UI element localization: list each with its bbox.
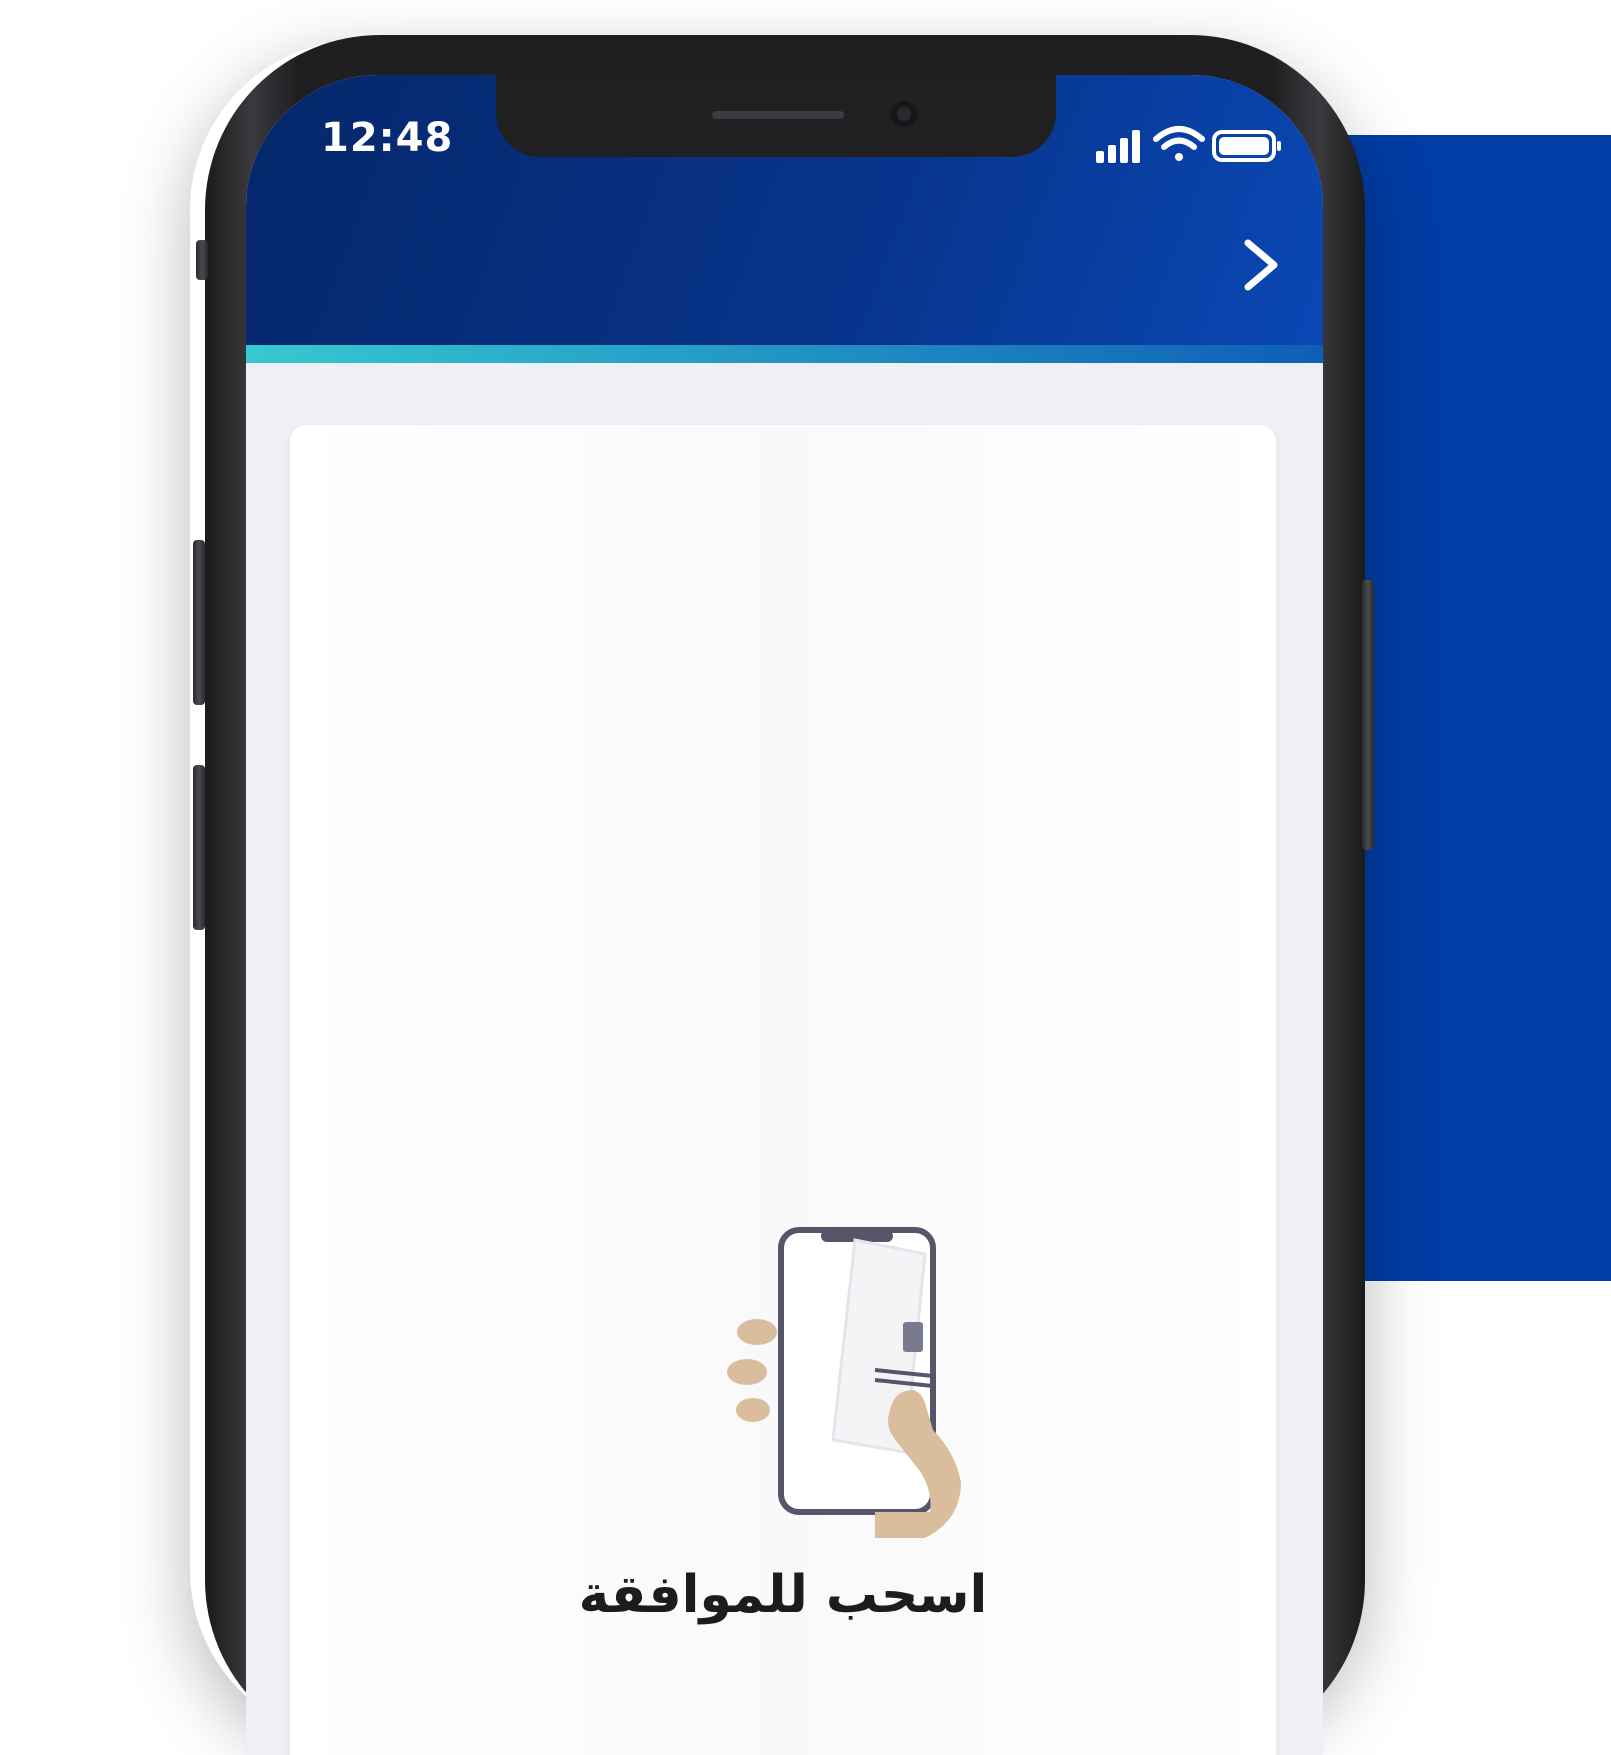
volume-down-button: [193, 765, 205, 930]
speaker-grille: [712, 111, 844, 119]
header-accent-line: [246, 345, 1323, 363]
chevron-right-icon[interactable]: [1236, 235, 1286, 295]
mute-switch: [196, 240, 208, 280]
wifi-icon: [1153, 126, 1205, 161]
hand-holding-phone-icon: [727, 1227, 961, 1538]
volume-up-button: [193, 540, 205, 705]
battery-icon: [1212, 130, 1281, 162]
swipe-approval-card[interactable]: اسحب للموافقة: [290, 425, 1276, 1755]
status-time: 12:48: [321, 115, 454, 161]
phone-screen: 12:48 اسحب للموافقة: [246, 75, 1323, 1755]
phone-notch: [496, 75, 1056, 157]
status-icons: [1096, 126, 1281, 163]
power-button: [1362, 580, 1374, 850]
front-camera: [891, 101, 917, 127]
swipe-to-approve-label: اسحب للموافقة: [578, 1565, 988, 1625]
signal-icon: [1096, 130, 1140, 163]
